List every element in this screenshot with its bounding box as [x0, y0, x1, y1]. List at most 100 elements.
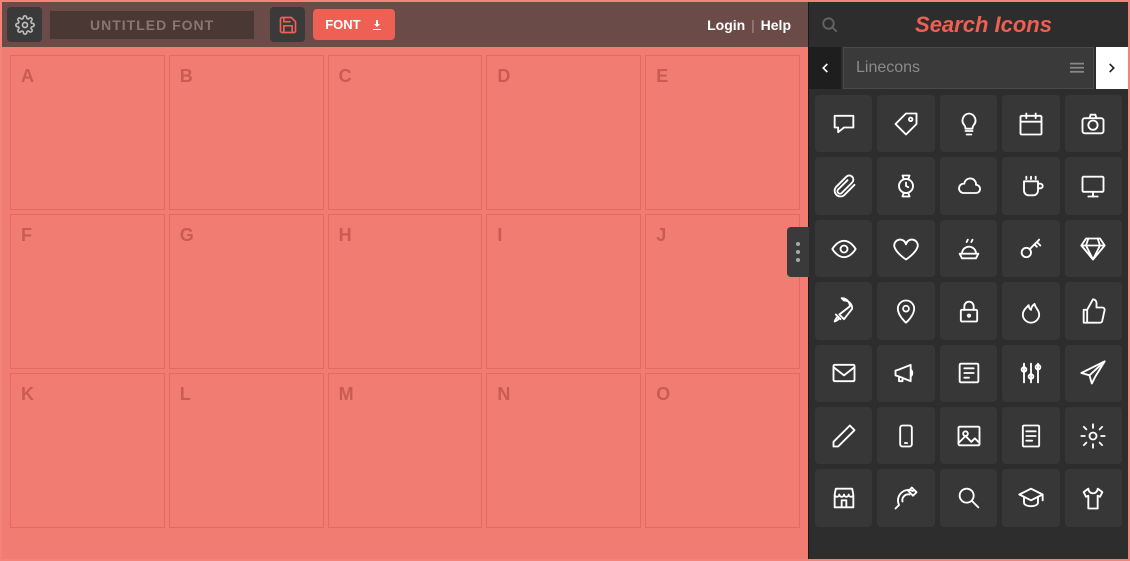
glyph-cell-h[interactable]: H	[328, 214, 483, 369]
glyph-cell-m[interactable]: M	[328, 373, 483, 528]
tag-icon	[892, 110, 920, 138]
icon-calendar[interactable]	[1002, 95, 1059, 152]
diamond-icon	[1079, 235, 1107, 263]
glyph-cell-a[interactable]: A	[10, 55, 165, 210]
graduation-cap-icon	[1017, 484, 1045, 512]
icon-paperclip[interactable]	[815, 157, 872, 214]
icon-eye[interactable]	[815, 220, 872, 277]
menu-icon	[1069, 61, 1085, 75]
search-icon[interactable]	[821, 16, 839, 34]
glyph-letter: D	[497, 66, 510, 87]
icon-picture[interactable]	[940, 407, 997, 464]
food-icon	[955, 235, 983, 263]
glyph-cell-b[interactable]: B	[169, 55, 324, 210]
glyph-cell-o[interactable]: O	[645, 373, 800, 528]
icon-envelope[interactable]	[815, 345, 872, 402]
icon-monitor[interactable]	[1065, 157, 1122, 214]
icon-cloud[interactable]	[940, 157, 997, 214]
glyph-letter: B	[180, 66, 193, 87]
fire-icon	[1017, 297, 1045, 325]
glyph-cell-j[interactable]: J	[645, 214, 800, 369]
icon-gear[interactable]	[1065, 407, 1122, 464]
lightbulb-icon	[955, 110, 983, 138]
settings-button[interactable]	[7, 7, 42, 42]
separator: |	[751, 17, 755, 33]
sidebar-drag-handle[interactable]	[787, 227, 809, 277]
prev-pack-button[interactable]	[809, 47, 841, 89]
save-button[interactable]	[270, 7, 305, 42]
icon-speech-bubble[interactable]	[815, 95, 872, 152]
icon-heart[interactable]	[877, 220, 934, 277]
glyph-letter: L	[180, 384, 191, 405]
glyph-cell-n[interactable]: N	[486, 373, 641, 528]
icon-paper-plane[interactable]	[1065, 345, 1122, 402]
glyph-letter: I	[497, 225, 502, 246]
glyph-grid: A B CD E F G HI J KL MNO	[2, 47, 808, 559]
download-font-button[interactable]: FONT	[313, 9, 394, 40]
icon-search[interactable]	[940, 469, 997, 526]
glyph-letter: E	[656, 66, 668, 87]
glyph-letter: O	[656, 384, 670, 405]
icon-graduation-cap[interactable]	[1002, 469, 1059, 526]
icon-phone[interactable]	[877, 407, 934, 464]
download-icon	[371, 19, 383, 31]
paper-plane-icon	[1079, 359, 1107, 387]
paperclip-icon	[830, 172, 858, 200]
settings-sliders-icon	[1017, 359, 1045, 387]
glyph-letter: G	[180, 225, 194, 246]
lock-icon	[955, 297, 983, 325]
icon-food[interactable]	[940, 220, 997, 277]
chevron-left-icon	[818, 61, 832, 75]
icon-lock[interactable]	[940, 282, 997, 339]
font-button-label: FONT	[325, 17, 360, 32]
rocket-icon	[830, 297, 858, 325]
gear-icon	[1079, 422, 1107, 450]
icon-lightbulb[interactable]	[940, 95, 997, 152]
glyph-letter: A	[21, 66, 34, 87]
icon-thumbs-up[interactable]	[1065, 282, 1122, 339]
toolbar: UNTITLED FONT FONT Login | Help	[2, 2, 808, 47]
glyph-cell-f[interactable]: F	[10, 214, 165, 369]
calendar-icon	[1017, 110, 1045, 138]
icon-settings-sliders[interactable]	[1002, 345, 1059, 402]
glyph-cell-c[interactable]: C	[328, 55, 483, 210]
icon-t-shirt[interactable]	[1065, 469, 1122, 526]
glyph-letter: F	[21, 225, 32, 246]
icon-fire[interactable]	[1002, 282, 1059, 339]
newspaper-icon	[955, 359, 983, 387]
icon-key[interactable]	[1002, 220, 1059, 277]
icon-cup[interactable]	[1002, 157, 1059, 214]
glyph-cell-g[interactable]: G	[169, 214, 324, 369]
login-link[interactable]: Login	[707, 17, 745, 33]
glyph-cell-i[interactable]: I	[486, 214, 641, 369]
pack-select[interactable]: Linecons	[843, 47, 1094, 89]
icon-newspaper[interactable]	[940, 345, 997, 402]
icon-watch[interactable]	[877, 157, 934, 214]
glyph-cell-l[interactable]: L	[169, 373, 324, 528]
icon-diamond[interactable]	[1065, 220, 1122, 277]
next-pack-button[interactable]	[1096, 47, 1128, 89]
account-links: Login | Help	[707, 17, 791, 33]
glyph-cell-e[interactable]: E	[645, 55, 800, 210]
icon-pencil[interactable]	[815, 407, 872, 464]
cloud-icon	[955, 172, 983, 200]
pack-name: Linecons	[856, 59, 920, 77]
font-title[interactable]: UNTITLED FONT	[50, 11, 254, 39]
key-icon	[1017, 235, 1045, 263]
search-icon	[955, 484, 983, 512]
icon-sidebar: Search Icons Linecons	[808, 2, 1128, 559]
icon-satellite[interactable]	[877, 469, 934, 526]
phone-icon	[892, 422, 920, 450]
icon-megaphone[interactable]	[877, 345, 934, 402]
icon-tag[interactable]	[877, 95, 934, 152]
location-pin-icon	[892, 297, 920, 325]
icon-rocket[interactable]	[815, 282, 872, 339]
glyph-cell-k[interactable]: K	[10, 373, 165, 528]
icon-shop[interactable]	[815, 469, 872, 526]
icon-camera[interactable]	[1065, 95, 1122, 152]
icon-document[interactable]	[1002, 407, 1059, 464]
icon-location-pin[interactable]	[877, 282, 934, 339]
camera-icon	[1079, 110, 1107, 138]
help-link[interactable]: Help	[761, 17, 791, 33]
glyph-cell-d[interactable]: D	[486, 55, 641, 210]
